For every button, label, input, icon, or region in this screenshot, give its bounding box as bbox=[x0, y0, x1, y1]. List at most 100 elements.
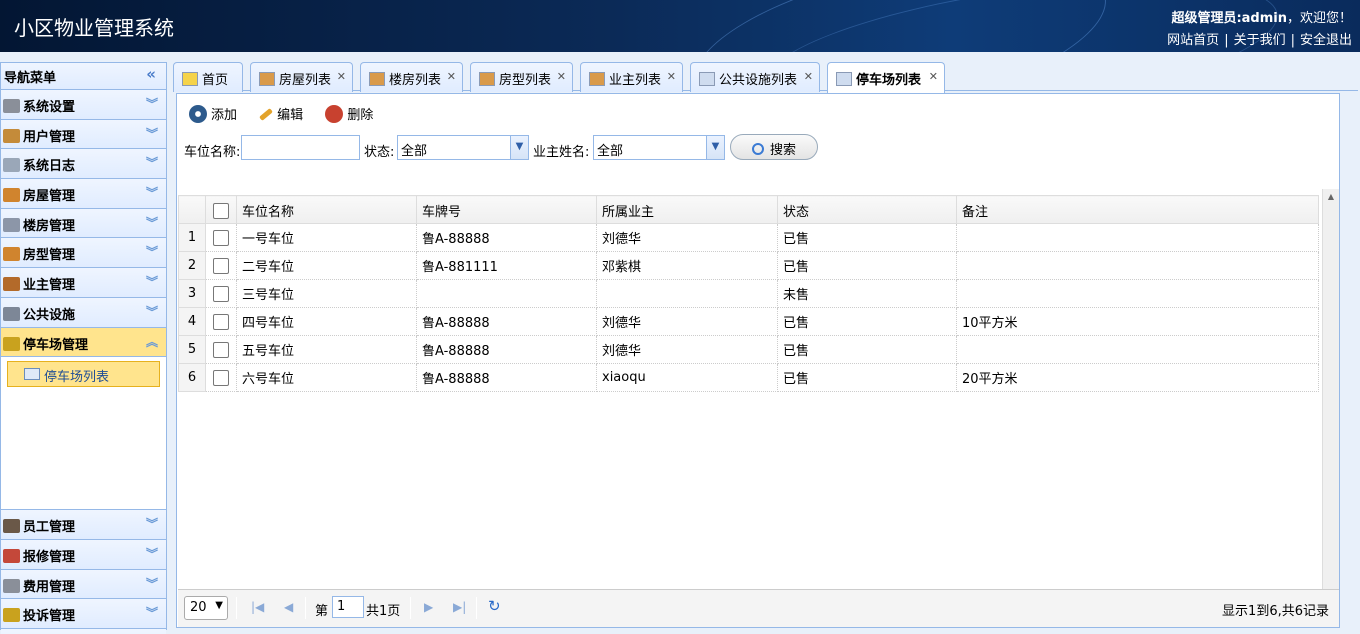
complaint-icon bbox=[3, 608, 20, 623]
chevron-down-icon: ︾ bbox=[145, 546, 158, 561]
parking-name-input[interactable] bbox=[241, 135, 360, 160]
table-cell bbox=[956, 335, 1319, 364]
edit-button[interactable]: 编辑 bbox=[259, 104, 303, 123]
nav-item-building[interactable]: 楼房管理 ︾ bbox=[1, 208, 166, 239]
nav-item-home-manage[interactable]: 首页管理︾ bbox=[1, 628, 166, 634]
chevron-down-icon: ︾ bbox=[145, 97, 158, 111]
house-icon bbox=[3, 188, 20, 203]
vertical-scrollbar[interactable]: ▲▼ bbox=[1322, 189, 1339, 614]
nav-item-house[interactable]: 房屋管理 ︾ bbox=[1, 179, 166, 209]
tab-label: 业主列表 bbox=[609, 73, 662, 88]
table-row[interactable]: 5 五号车位 鲁A-88888 刘德华 已售 bbox=[178, 335, 1319, 364]
search-button[interactable]: 搜索 bbox=[730, 134, 818, 160]
table-row[interactable]: 3 三号车位 未售 bbox=[178, 279, 1319, 308]
link-logout[interactable]: 安全退出 bbox=[1300, 33, 1352, 48]
row-checkbox[interactable] bbox=[213, 229, 229, 246]
nav-item-tools[interactable]: 公共设施 ︾ bbox=[1, 297, 166, 328]
refresh-icon[interactable]: ↻ bbox=[488, 597, 501, 615]
nav-item-log[interactable]: 系统日志 ︾ bbox=[1, 149, 166, 180]
row-checkbox[interactable] bbox=[213, 285, 229, 302]
nav-item-parking[interactable]: 停车场管理 ︽ bbox=[1, 327, 166, 358]
chevron-down-icon: ▼ bbox=[510, 136, 528, 159]
page-size-select[interactable]: 20 ▼ bbox=[184, 596, 228, 620]
table-cell: 刘德华 bbox=[596, 307, 778, 336]
column-header[interactable]: 车位名称 bbox=[236, 195, 417, 224]
gear-icon bbox=[3, 99, 20, 113]
page-number-input[interactable]: 1 bbox=[332, 596, 364, 618]
row-number: 3 bbox=[178, 279, 206, 308]
tab-bar: 首页 房屋列表 ✕ 楼房列表 ✕ 房型列表 ✕ 业主列表 ✕ 公共设施列表 ✕ 停车场列表 ✕ bbox=[173, 62, 1358, 93]
nav-bottom-group: 员工管理 ︾ 报修管理 ︾ 费用管理 ︾ 投诉管理 ︾ 首页管理︾ bbox=[1, 510, 166, 634]
row-checkbox[interactable] bbox=[213, 341, 229, 358]
select-all-checkbox[interactable] bbox=[213, 202, 229, 219]
table-cell bbox=[596, 279, 778, 308]
tab-owner-4[interactable]: 业主列表 ✕ bbox=[580, 62, 683, 92]
close-icon[interactable]: ✕ bbox=[929, 70, 938, 83]
tab-building-2[interactable]: 楼房列表 ✕ bbox=[360, 62, 463, 92]
table-row[interactable]: 2 二号车位 鲁A-881111 邓紫棋 已售 bbox=[178, 251, 1319, 280]
data-grid: 车位名称 车牌号 所属业主 状态 备注 1 一号车位 鲁A-88888 刘德华 已售 2 二号车位鲁… bbox=[178, 195, 1339, 620]
sub-item-parking-list[interactable]: 停车场列表 bbox=[7, 361, 160, 388]
table-cell: 鲁A-88888 bbox=[416, 223, 597, 252]
table-cell: 已售 bbox=[777, 251, 957, 280]
row-number: 6 bbox=[178, 363, 206, 392]
column-header[interactable]: 状态 bbox=[777, 195, 957, 224]
table-cell: 已售 bbox=[777, 307, 957, 336]
tab-house-type-3[interactable]: 房型列表 ✕ bbox=[470, 62, 573, 92]
building-icon bbox=[3, 217, 20, 232]
nav-item-complaint[interactable]: 投诉管理 ︾ bbox=[1, 599, 166, 629]
table-row[interactable]: 4 四号车位 鲁A-88888 刘德华 已售 10平方米 bbox=[178, 307, 1319, 336]
nav-item-house-type[interactable]: 房型管理 ︾ bbox=[1, 238, 166, 269]
tab-label: 公共设施列表 bbox=[719, 73, 798, 88]
nav-item-gear[interactable]: 系统设置 ︾ bbox=[1, 90, 166, 120]
search-bar: 车位名称: 状态: 全部 ▼ 业主姓名: 全部 ▼ 搜索 bbox=[177, 132, 1339, 162]
column-header[interactable]: 车牌号 bbox=[416, 195, 597, 224]
close-icon[interactable]: ✕ bbox=[557, 70, 566, 83]
fee-icon bbox=[3, 578, 20, 593]
close-icon[interactable]: ✕ bbox=[804, 70, 813, 83]
header-links: 网站首页 | 关于我们 | 安全退出 bbox=[1167, 33, 1352, 48]
table-cell: 六号车位 bbox=[236, 363, 417, 392]
owner-select[interactable]: 全部 ▼ bbox=[593, 135, 725, 160]
row-checkbox[interactable] bbox=[213, 257, 229, 274]
list-icon bbox=[24, 368, 40, 381]
row-checkbox[interactable] bbox=[213, 369, 229, 386]
table-cell: 未售 bbox=[777, 279, 957, 308]
table-cell: 四号车位 bbox=[236, 307, 417, 336]
first-page-icon[interactable]: |◀ bbox=[251, 600, 264, 614]
staff-icon bbox=[3, 519, 20, 534]
close-icon[interactable]: ✕ bbox=[447, 70, 456, 83]
delete-button[interactable]: 删除 bbox=[325, 104, 373, 123]
column-header[interactable]: 备注 bbox=[956, 195, 1319, 224]
link-site-home[interactable]: 网站首页 bbox=[1167, 33, 1219, 48]
close-icon[interactable]: ✕ bbox=[667, 70, 676, 83]
row-checkbox[interactable] bbox=[213, 313, 229, 330]
nav-item-label: 业主管理 bbox=[23, 278, 76, 294]
tab-list-5[interactable]: 公共设施列表 ✕ bbox=[690, 62, 820, 92]
tab-house-1[interactable]: 房屋列表 ✕ bbox=[250, 62, 353, 92]
nav-item-users[interactable]: 用户管理 ︾ bbox=[1, 119, 166, 150]
table-row[interactable]: 6 六号车位 鲁A-88888 xiaoqu 已售 20平方米 bbox=[178, 363, 1319, 392]
tab-bulb-0[interactable]: 首页 bbox=[173, 62, 243, 92]
tab-list-6[interactable]: 停车场列表 ✕ bbox=[827, 62, 945, 93]
nav-item-repair[interactable]: 报修管理 ︾ bbox=[1, 539, 166, 570]
add-button[interactable]: 添加 bbox=[189, 104, 237, 123]
prev-page-icon[interactable]: ◀ bbox=[284, 600, 293, 614]
table-row[interactable]: 1 一号车位 鲁A-88888 刘德华 已售 bbox=[178, 223, 1319, 252]
last-page-icon[interactable]: ▶| bbox=[453, 600, 466, 614]
scroll-up-icon[interactable]: ▲ bbox=[1323, 189, 1339, 206]
nav-item-owner[interactable]: 业主管理 ︾ bbox=[1, 268, 166, 298]
status-select[interactable]: 全部 ▼ bbox=[397, 135, 529, 160]
repair-icon bbox=[3, 548, 20, 563]
close-icon[interactable]: ✕ bbox=[337, 70, 346, 83]
link-about-us[interactable]: 关于我们 bbox=[1234, 33, 1286, 48]
nav-title: 导航菜单 bbox=[4, 71, 57, 86]
column-header[interactable]: 所属业主 bbox=[596, 195, 778, 224]
chevron-down-icon: ▼ bbox=[215, 600, 223, 611]
nav-item-staff[interactable]: 员工管理 ︾ bbox=[1, 510, 166, 540]
nav-item-label: 公共设施 bbox=[23, 307, 76, 323]
next-page-icon[interactable]: ▶ bbox=[424, 600, 433, 614]
collapse-icon[interactable]: « bbox=[146, 65, 156, 83]
row-number: 2 bbox=[178, 251, 206, 280]
nav-item-fee[interactable]: 费用管理 ︾ bbox=[1, 569, 166, 600]
